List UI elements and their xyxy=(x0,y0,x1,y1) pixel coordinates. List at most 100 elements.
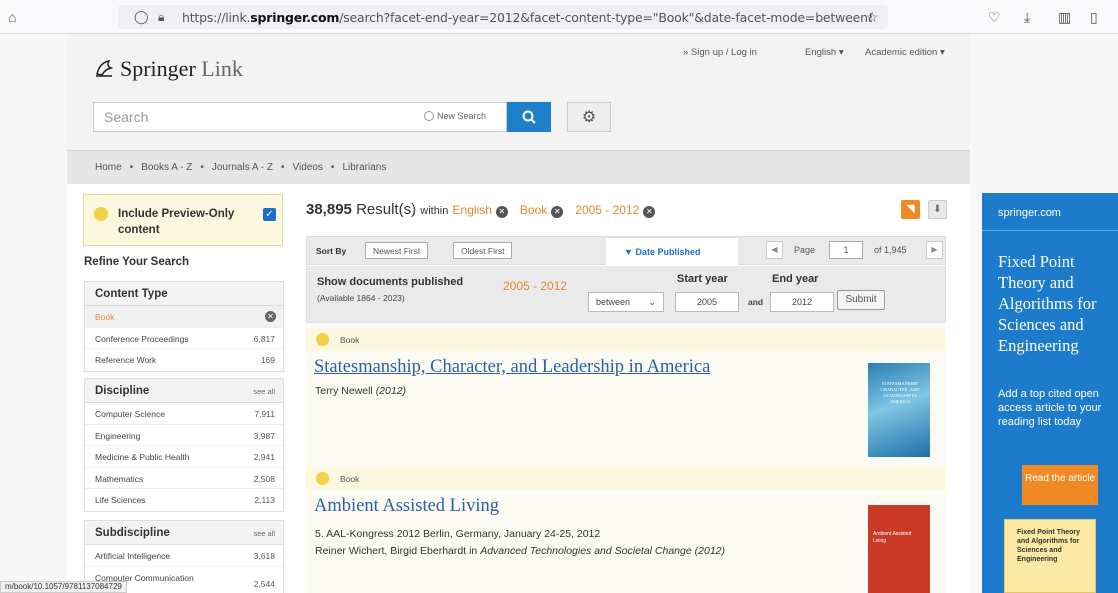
filter-chip-english: English xyxy=(452,203,492,217)
chevron-down-icon: ⌄ xyxy=(648,297,656,307)
shield-icon[interactable]: ◯ xyxy=(134,8,149,26)
end-year-label: End year xyxy=(772,273,819,285)
tab-date-published[interactable]: ▼ Date Published xyxy=(606,237,738,265)
in-label: in xyxy=(469,545,478,557)
book-cover-title: STATESMANSHIP, CHARACTER, AND LEADERSHIP… xyxy=(880,381,920,404)
facet-row-name: Conference Proceedings xyxy=(95,333,189,344)
preview-checkbox[interactable]: ✓ xyxy=(263,208,276,221)
facet-row-book[interactable]: Book ✕ xyxy=(85,306,283,328)
result-title-link[interactable]: Statesmanship, Character, and Leadership… xyxy=(314,357,710,378)
refresh-icon xyxy=(424,111,434,121)
remove-filter-icon[interactable]: ✕ xyxy=(265,311,276,322)
remove-filter-icon[interactable]: ✕ xyxy=(495,206,508,218)
result-authors: Terry Newell (2012) xyxy=(315,385,406,397)
facet-row-medicine[interactable]: Medicine & Public Health 2,941 xyxy=(85,446,283,468)
ad-cover-title: Fixed Point Theory and Algorithms for Sc… xyxy=(1017,529,1081,563)
results-label: Result(s) xyxy=(356,201,417,218)
author-name: Reiner Wichert, Birgid Eberhardt xyxy=(315,545,467,557)
facet-row-name: Medicine & Public Health xyxy=(95,452,190,462)
facet-title: Discipline xyxy=(95,385,150,397)
search-input[interactable] xyxy=(94,103,412,131)
search-button[interactable] xyxy=(507,102,551,132)
signup-login-link[interactable]: » Sign up / Log in xyxy=(683,47,757,58)
springer-horse-icon xyxy=(96,59,114,77)
next-page-button[interactable]: ▶ xyxy=(926,241,943,259)
author-name: Terry Newell xyxy=(315,385,373,397)
book-cover[interactable]: STATESMANSHIP, CHARACTER, AND LEADERSHIP… xyxy=(868,363,930,457)
facet-row-conference-proceedings[interactable]: Conference Proceedings 6,817 xyxy=(85,328,283,349)
date-mode-select[interactable]: between ⌄ xyxy=(588,292,664,312)
facet-row-name: Life Sciences xyxy=(95,495,146,505)
url-bar[interactable]: ◯ 🔒︎ https://link.springer.com/search?fa… xyxy=(118,5,888,29)
bookmark-star-icon[interactable]: ☆ xyxy=(866,8,879,26)
page-number-input[interactable]: 1 xyxy=(829,241,863,259)
facet-title: Subdiscipline xyxy=(95,527,170,539)
facet-content-type: Content Type Book ✕ Conference Proceeding… xyxy=(84,281,284,372)
tab-label: Date Published xyxy=(635,247,701,257)
search-icon xyxy=(522,110,536,124)
facet-row-mathematics[interactable]: Mathematics 2,508 xyxy=(85,468,283,489)
lock-icon[interactable]: 🔒︎ xyxy=(158,8,164,26)
facet-row-name: Book xyxy=(95,312,115,322)
sort-newest-button[interactable]: Newest First xyxy=(365,242,429,259)
preview-only-toggle[interactable]: Include Preview-Only content ✓ xyxy=(83,194,283,246)
facet-row-name: Artificial Intelligence xyxy=(95,551,171,561)
gear-icon: ⚙ xyxy=(581,109,597,126)
page-total: of 1,945 xyxy=(874,245,907,255)
url-text[interactable]: https://link.springer.com/search?facet-e… xyxy=(182,10,872,25)
date-mode-value: between xyxy=(596,297,631,307)
see-all-link[interactable]: see all xyxy=(253,387,275,396)
pocket-icon[interactable]: ♡ xyxy=(988,8,1001,26)
facet-row-name: Mathematics xyxy=(95,473,144,484)
advanced-search-button[interactable]: ⚙ xyxy=(567,102,611,132)
nav-videos[interactable]: Videos xyxy=(293,162,323,173)
ad-headline: Fixed Point Theory and Algorithms for Sc… xyxy=(998,252,1097,355)
facet-row-engineering[interactable]: Engineering 3,987 xyxy=(85,425,283,446)
facet-discipline: Discipline see all Computer Science 7,911 … xyxy=(84,378,284,512)
facet-row-life-sciences[interactable]: Life Sciences 2,113 xyxy=(85,489,283,511)
end-year-input[interactable]: 2012 xyxy=(770,292,834,312)
results-summary: 38,895 Result(s) within English ✕ Book ✕ 200… xyxy=(306,201,667,218)
nav-journals-a-z[interactable]: Journals A - Z xyxy=(212,162,273,173)
start-year-input[interactable]: 2005 xyxy=(675,292,739,312)
see-all-link[interactable]: see all xyxy=(253,529,275,538)
main-nav: Home • Books A - Z • Journals A - Z • Videos • L… xyxy=(67,150,970,184)
ad-divider xyxy=(982,230,1118,231)
nav-books-a-z[interactable]: Books A - Z xyxy=(141,162,192,173)
library-icon[interactable]: ▥ xyxy=(1058,8,1071,26)
sort-oldest-button[interactable]: Oldest First xyxy=(453,242,513,259)
date-submit-button[interactable]: Submit xyxy=(837,290,885,310)
language-dropdown[interactable]: English ▾ xyxy=(805,47,844,58)
remove-filter-icon[interactable]: ✕ xyxy=(551,206,564,218)
facet-row-count: 169 xyxy=(260,355,275,365)
filter-chip-date: 2005 - 2012 xyxy=(575,203,640,217)
remove-filter-icon[interactable]: ✕ xyxy=(643,206,656,218)
result-title-link[interactable]: Ambient Assisted Living xyxy=(314,496,499,517)
home-icon[interactable]: ⌂ xyxy=(8,8,16,26)
rss-button[interactable]: ◥ xyxy=(901,200,920,219)
nav-librarians[interactable]: Librarians xyxy=(342,162,386,173)
read-article-button[interactable]: Read the article xyxy=(1022,465,1098,505)
download-icon[interactable]: ⤓ xyxy=(1024,8,1030,26)
springerlink-logo[interactable]: Springer Link xyxy=(94,56,243,82)
prev-page-button[interactable]: ◀ xyxy=(766,241,783,259)
sidebar-icon[interactable]: ▯ xyxy=(1090,8,1098,26)
facet-row-computer-science[interactable]: Computer Science 7,911 xyxy=(85,403,283,425)
edition-dropdown[interactable]: Academic edition ▾ xyxy=(865,47,945,58)
status-bar-url: m/book/10.1057/9781137084729 xyxy=(0,581,127,593)
facet-row-count: 7,911 xyxy=(254,409,275,419)
ad-journal-cover[interactable]: Fixed Point Theory and Algorithms for Sc… xyxy=(1004,519,1096,593)
download-results-button[interactable]: ⬇ xyxy=(928,200,947,219)
new-search-button[interactable]: New Search xyxy=(424,111,486,121)
sort-label: Sort By xyxy=(316,246,347,256)
nav-home[interactable]: Home xyxy=(95,162,122,173)
ad-site: springer.com xyxy=(998,207,1061,219)
preview-icon xyxy=(94,207,108,221)
book-cover[interactable]: Ambient Assisted Living xyxy=(868,505,930,593)
facet-row-artificial-intelligence[interactable]: Artificial Intelligence 3,618 xyxy=(85,545,283,567)
date-filter-panel: Show documents published (Available 1864… xyxy=(306,266,946,323)
pub-year: (2012) xyxy=(375,385,407,397)
facet-row-count: 2,544 xyxy=(253,578,275,589)
pub-year: (2012) xyxy=(694,545,725,557)
facet-row-reference-work[interactable]: Reference Work 169 xyxy=(85,349,283,371)
